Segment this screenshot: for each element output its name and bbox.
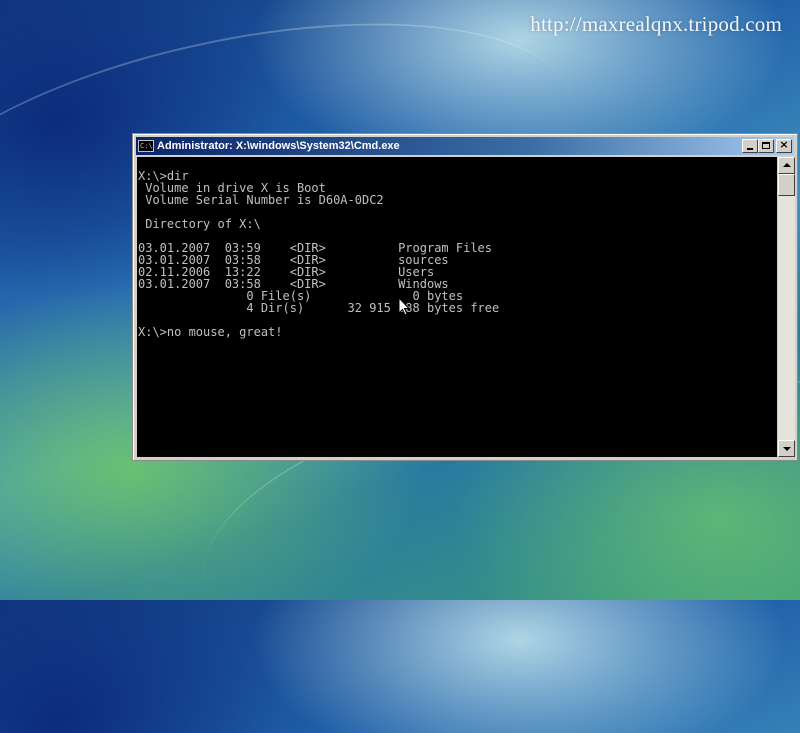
window-title: Administrator: X:\windows\System32\Cmd.e… (157, 140, 400, 152)
watermark-url: http://maxrealqnx.tripod.com (530, 12, 782, 36)
maximize-button[interactable] (758, 139, 774, 153)
cmd-window[interactable]: C:\ Administrator: X:\windows\System32\C… (132, 133, 798, 461)
arrow-up-icon (783, 163, 791, 167)
close-icon: × (779, 138, 789, 151)
console-line: Directory of X:\ (138, 217, 261, 231)
title-bar[interactable]: C:\ Administrator: X:\windows\System32\C… (136, 137, 794, 155)
vertical-scrollbar[interactable] (778, 157, 795, 457)
minimize-button[interactable] (742, 139, 758, 153)
scrollbar-thumb[interactable] (778, 174, 795, 196)
arrow-down-icon (783, 447, 791, 451)
console-line: Volume Serial Number is D60A-0DC2 (138, 193, 384, 207)
close-button[interactable]: × (776, 138, 792, 153)
window-controls: × (742, 138, 792, 153)
console-prompt-line[interactable]: X:\>no mouse, great! (138, 326, 777, 338)
scroll-up-button[interactable] (778, 157, 795, 174)
scroll-down-button[interactable] (778, 440, 795, 457)
cmd-icon[interactable]: C:\ (138, 140, 154, 152)
minimize-icon (747, 148, 753, 150)
mouse-pointer-icon (398, 297, 411, 316)
console-output[interactable]: X:\>dir Volume in drive X is Boot Volume… (137, 157, 777, 457)
maximize-icon (762, 142, 770, 149)
console-line: 4 Dir(s) 32 915 088 bytes free (138, 301, 500, 315)
